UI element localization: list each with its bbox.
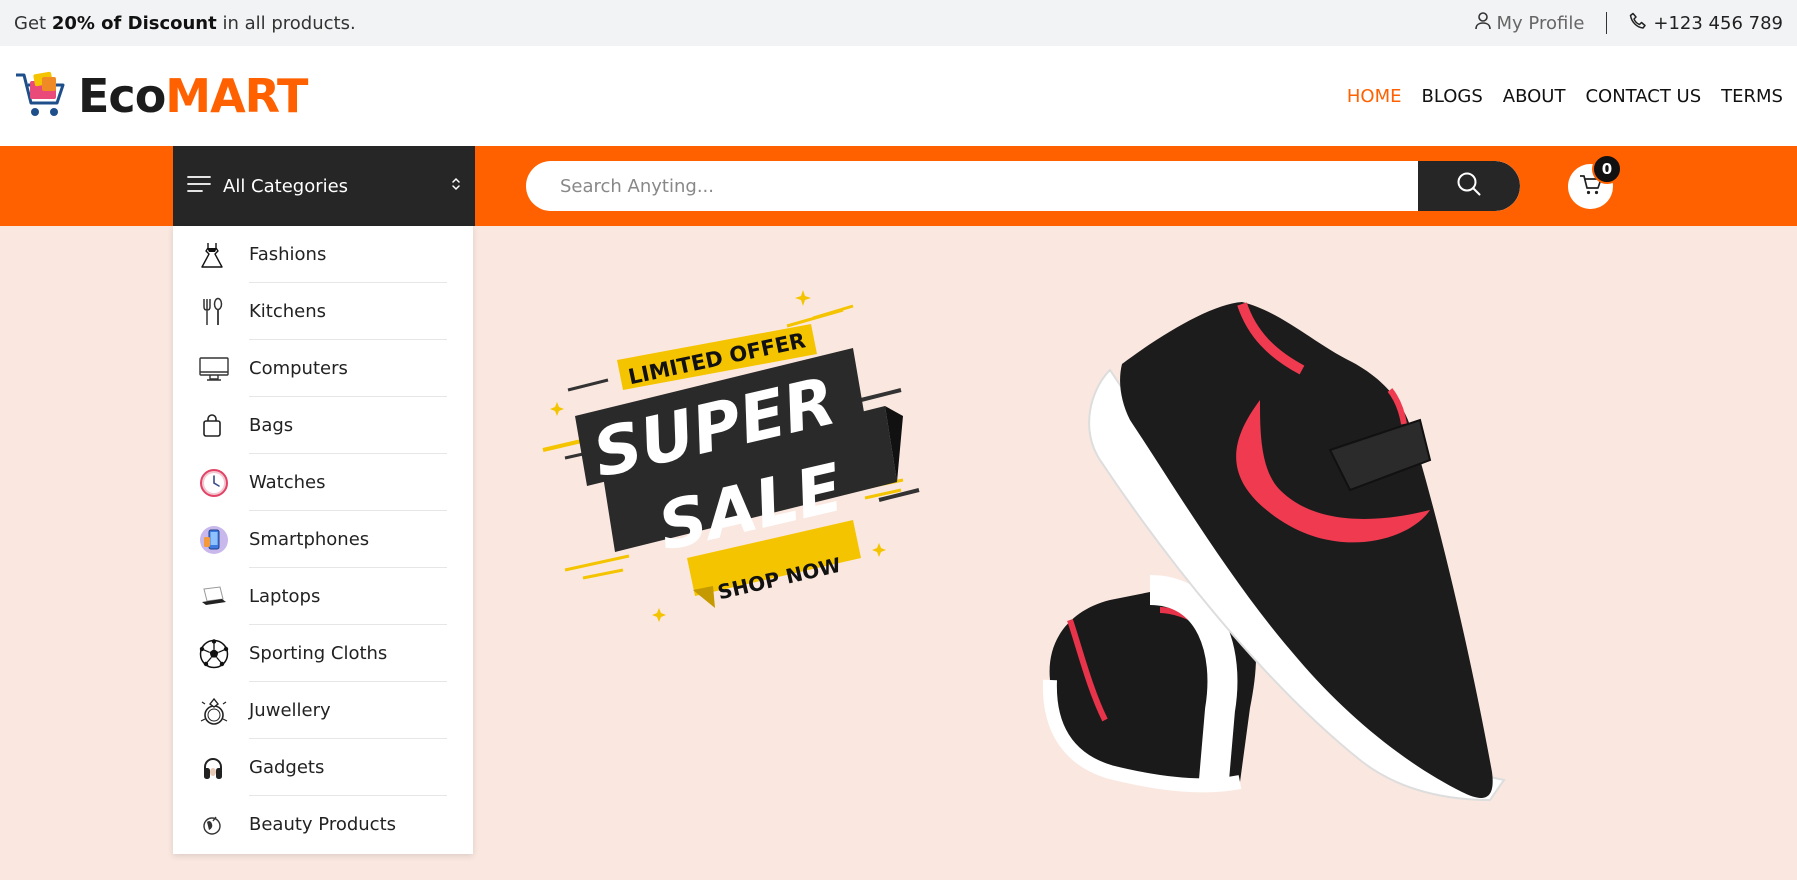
sneaker-product-image	[1030, 290, 1550, 830]
phone-icon	[1629, 12, 1647, 35]
headphones-icon	[199, 748, 249, 788]
category-item-juwellery[interactable]: Juwellery	[199, 682, 447, 739]
category-label: Computers	[249, 340, 447, 397]
nav-blogs[interactable]: BLOGS	[1422, 86, 1483, 107]
laptop-icon	[199, 577, 249, 617]
category-label: Fashions	[249, 226, 447, 283]
category-list: Fashions Kitchens Computers Bags Watches…	[173, 226, 473, 854]
fork-spoon-icon	[199, 292, 249, 332]
cart-button[interactable]: 0	[1568, 154, 1622, 209]
logo[interactable]: EcoMART	[14, 67, 308, 125]
beauty-icon	[199, 805, 249, 845]
category-label: Laptops	[249, 568, 447, 625]
smartphone-icon	[199, 520, 249, 560]
category-item-smartphones[interactable]: Smartphones	[199, 511, 447, 568]
shopping-cart-logo-icon	[14, 67, 70, 125]
category-item-beauty-products[interactable]: Beauty Products	[199, 796, 447, 853]
category-label: Juwellery	[249, 682, 447, 739]
category-item-laptops[interactable]: Laptops	[199, 568, 447, 625]
main-nav: HOME BLOGS ABOUT CONTACT US TERMS	[1347, 86, 1783, 107]
topbar-divider	[1606, 12, 1608, 34]
clock-icon	[199, 463, 249, 503]
user-icon	[1474, 11, 1491, 35]
super-sale-banner[interactable]: LIMITED OFFER SUPER SALE SHOP NOW	[535, 290, 925, 640]
category-label: Kitchens	[249, 283, 447, 340]
category-item-fashions[interactable]: Fashions	[199, 226, 447, 283]
search-box	[526, 161, 1520, 211]
my-profile-link[interactable]: My Profile	[1474, 11, 1585, 35]
category-label: Watches	[249, 454, 447, 511]
category-label: Beauty Products	[249, 814, 397, 835]
phone-link[interactable]: +123 456 789	[1629, 12, 1783, 35]
chevron-updown-icon	[451, 176, 461, 197]
dress-icon	[199, 235, 249, 275]
all-categories-button[interactable]: All Categories	[173, 146, 475, 226]
monitor-icon	[199, 349, 249, 389]
bag-icon	[199, 406, 249, 446]
category-item-gadgets[interactable]: Gadgets	[199, 739, 447, 796]
ring-icon	[199, 691, 249, 731]
search-bar-strip: All Categories 0	[0, 146, 1797, 226]
search-button[interactable]	[1418, 161, 1520, 211]
category-label: Sporting Cloths	[249, 625, 447, 682]
menu-icon	[187, 175, 211, 198]
category-item-computers[interactable]: Computers	[199, 340, 447, 397]
nav-contact-us[interactable]: CONTACT US	[1585, 86, 1701, 107]
nav-home[interactable]: HOME	[1347, 86, 1402, 107]
nav-about[interactable]: ABOUT	[1503, 86, 1566, 107]
nav-terms[interactable]: TERMS	[1721, 86, 1783, 107]
all-categories-label: All Categories	[223, 175, 349, 197]
promo-prefix: Get	[14, 12, 52, 34]
promo-text: Get 20% of Discount in all products.	[14, 13, 356, 34]
search-input[interactable]	[526, 161, 1418, 211]
promo-suffix: in all products.	[216, 12, 356, 34]
logo-text: EcoMART	[78, 69, 308, 123]
category-item-sporting-cloths[interactable]: Sporting Cloths	[199, 625, 447, 682]
phone-number: +123 456 789	[1653, 12, 1783, 34]
category-label: Bags	[249, 397, 447, 454]
promo-discount: 20% of Discount	[51, 12, 217, 34]
site-header: EcoMART HOME BLOGS ABOUT CONTACT US TERM…	[0, 46, 1797, 146]
top-bar: Get 20% of Discount in all products. My …	[0, 0, 1797, 46]
search-icon	[1456, 171, 1482, 201]
category-label: Gadgets	[249, 739, 447, 796]
category-label: Smartphones	[249, 511, 447, 568]
category-item-watches[interactable]: Watches	[199, 454, 447, 511]
cart-count-badge: 0	[1592, 154, 1622, 184]
category-item-bags[interactable]: Bags	[199, 397, 447, 454]
my-profile-label: My Profile	[1496, 12, 1585, 34]
category-item-kitchens[interactable]: Kitchens	[199, 283, 447, 340]
football-icon	[199, 634, 249, 674]
